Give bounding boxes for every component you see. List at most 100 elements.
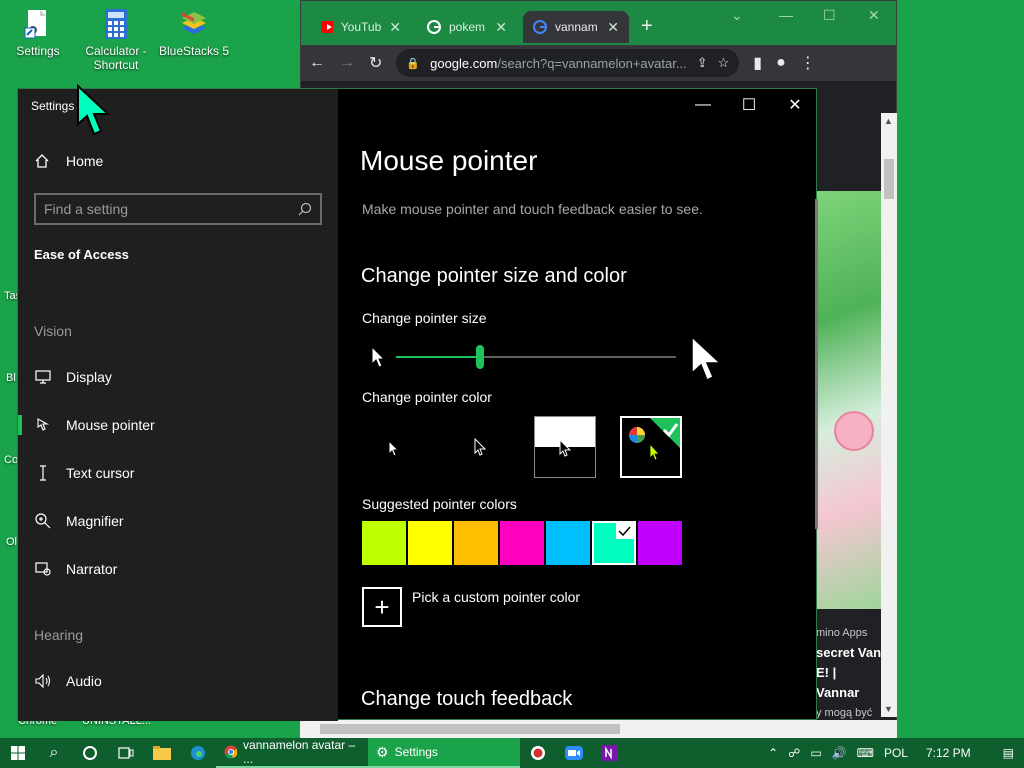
- pointer-size-slider[interactable]: [396, 345, 676, 369]
- suggested-color-swatches: [362, 521, 682, 565]
- chevron-down-icon[interactable]: ⌄: [731, 7, 743, 24]
- keyboard-icon[interactable]: ⌨: [857, 746, 874, 760]
- color-swatch[interactable]: [408, 521, 452, 565]
- desktop-icon-settings[interactable]: Settings: [0, 8, 76, 58]
- sidebar-item-text-cursor[interactable]: Text cursor: [18, 453, 338, 493]
- close-tab-icon[interactable]: ✕: [495, 19, 507, 36]
- custom-color-icon: [629, 418, 680, 461]
- close-tab-icon[interactable]: ✕: [389, 19, 401, 36]
- category-heading: Ease of Access: [34, 247, 129, 262]
- chrome-tabstrip: YouTub ✕ pokem ✕ vannam ✕ + ⌄ — ☐ ✕: [301, 1, 896, 45]
- sidebar-item-magnifier[interactable]: Magnifier: [18, 501, 338, 541]
- home-nav-item[interactable]: Home: [34, 153, 103, 169]
- chrome-tab-label: vannam: [555, 20, 598, 34]
- language-indicator[interactable]: POL: [884, 746, 908, 760]
- settings-search-box[interactable]: [34, 193, 322, 225]
- file-explorer-icon[interactable]: [144, 738, 180, 768]
- taskbar-app-label: Settings: [394, 745, 438, 759]
- google-icon: [427, 20, 441, 34]
- minimize-icon[interactable]: —: [680, 89, 726, 121]
- lock-icon: 🔒: [406, 57, 421, 70]
- task-view-icon[interactable]: [108, 738, 144, 768]
- youtube-icon: [321, 21, 333, 33]
- large-pointer-icon: [691, 335, 722, 382]
- desktop-edge-label: Ol: [6, 536, 17, 548]
- pointer-color-options: [362, 415, 683, 479]
- search-result-caption[interactable]: mino Apps secret Van E! | Vannar y mogą …: [816, 623, 882, 723]
- minimize-icon[interactable]: —: [779, 7, 793, 23]
- volume-icon[interactable]: 🔊: [832, 746, 847, 760]
- battery-icon[interactable]: ▭: [810, 746, 821, 760]
- search-icon[interactable]: [298, 202, 312, 216]
- desktop-icon-label: Calculator - Shortcut: [85, 44, 147, 72]
- network-icon[interactable]: ☍: [788, 746, 800, 760]
- record-icon[interactable]: [520, 738, 556, 768]
- share-icon[interactable]: ⇪: [697, 55, 708, 71]
- plus-icon[interactable]: +: [362, 587, 402, 627]
- desktop-icon-calculator[interactable]: Calculator - Shortcut: [78, 8, 154, 72]
- notification-icon[interactable]: ▤: [1003, 746, 1014, 760]
- pointer-color-black[interactable]: [448, 416, 510, 478]
- home-label: Home: [66, 153, 104, 169]
- chevron-up-icon[interactable]: ⌃: [768, 746, 778, 760]
- settings-sidebar: Settings Home Ease of Access Vision Disp…: [18, 89, 338, 721]
- desktop-icon-bluestacks[interactable]: BlueStacks 5: [156, 8, 232, 58]
- windows-logo-icon: [11, 746, 25, 760]
- close-icon[interactable]: ✕: [772, 89, 818, 121]
- menu-dots-icon[interactable]: ⋮: [800, 53, 816, 73]
- reload-icon[interactable]: ↻: [369, 53, 382, 73]
- calculator-icon: [100, 8, 132, 40]
- sidebar-item-narrator[interactable]: Narrator: [18, 549, 338, 589]
- side-panel-icon[interactable]: ▮: [753, 53, 762, 73]
- color-swatch[interactable]: [592, 521, 636, 565]
- zoom-icon[interactable]: [556, 738, 592, 768]
- content-scrollbar[interactable]: [815, 199, 818, 529]
- color-swatch[interactable]: [454, 521, 498, 565]
- clock[interactable]: 7:12 PM: [926, 746, 971, 760]
- maximize-icon[interactable]: ☐: [726, 89, 772, 121]
- taskbar-chrome-window[interactable]: vannamelon avatar – ...: [216, 738, 368, 768]
- chrome-tab-youtube[interactable]: YouTub ✕: [311, 11, 411, 43]
- color-swatch[interactable]: [362, 521, 406, 565]
- pointer-color-white[interactable]: [362, 416, 424, 478]
- star-icon[interactable]: ☆: [718, 55, 730, 71]
- taskbar-app-label: vannamelon avatar – ...: [243, 738, 356, 766]
- address-bar[interactable]: 🔒 google.com/search?q=vannamelon+avatar.…: [396, 49, 740, 77]
- maximize-icon[interactable]: ☐: [823, 7, 836, 24]
- taskbar-settings-window[interactable]: ⚙ Settings: [368, 738, 520, 768]
- search-icon[interactable]: ⌕: [36, 738, 72, 768]
- profile-icon[interactable]: ●: [776, 54, 786, 72]
- chrome-vertical-scrollbar[interactable]: ▲ ▼: [881, 113, 897, 717]
- text-cursor-icon: [34, 464, 52, 482]
- close-icon[interactable]: ✕: [868, 7, 880, 24]
- edge-icon[interactable]: [180, 738, 216, 768]
- inverted-pointer-icon: [559, 439, 572, 457]
- color-swatch[interactable]: [638, 521, 682, 565]
- search-input[interactable]: [44, 201, 298, 217]
- chrome-tab-vannamelon[interactable]: vannam ✕: [523, 11, 629, 43]
- pointer-color-inverted[interactable]: [534, 416, 596, 478]
- search-result-image[interactable]: [816, 191, 881, 609]
- sidebar-item-audio[interactable]: Audio: [18, 661, 338, 701]
- pointer-color-custom[interactable]: [619, 415, 683, 479]
- bluestacks-icon: [178, 8, 210, 40]
- close-tab-icon[interactable]: ✕: [607, 19, 619, 36]
- back-arrow-icon[interactable]: ←: [309, 54, 325, 72]
- chrome-tab-label: pokem: [449, 20, 486, 34]
- window-title: Settings: [31, 99, 75, 113]
- cortana-icon[interactable]: [72, 738, 108, 768]
- sidebar-item-mouse-pointer[interactable]: Mouse pointer: [18, 405, 338, 445]
- chrome-horizontal-scrollbar[interactable]: [300, 720, 897, 738]
- forward-arrow-icon[interactable]: →: [339, 54, 355, 72]
- slider-thumb[interactable]: [476, 345, 484, 369]
- section-heading-size-color: Change pointer size and color: [361, 265, 627, 287]
- chrome-tab-pokemon[interactable]: pokem ✕: [417, 11, 517, 43]
- onenote-icon[interactable]: [592, 738, 628, 768]
- custom-color-picker[interactable]: + Pick a custom pointer color: [362, 587, 580, 627]
- start-button[interactable]: [0, 738, 36, 768]
- color-swatch[interactable]: [500, 521, 544, 565]
- color-swatch[interactable]: [546, 521, 590, 565]
- narrator-icon: [34, 560, 52, 578]
- new-tab-icon[interactable]: +: [641, 15, 653, 38]
- sidebar-item-display[interactable]: Display: [18, 357, 338, 397]
